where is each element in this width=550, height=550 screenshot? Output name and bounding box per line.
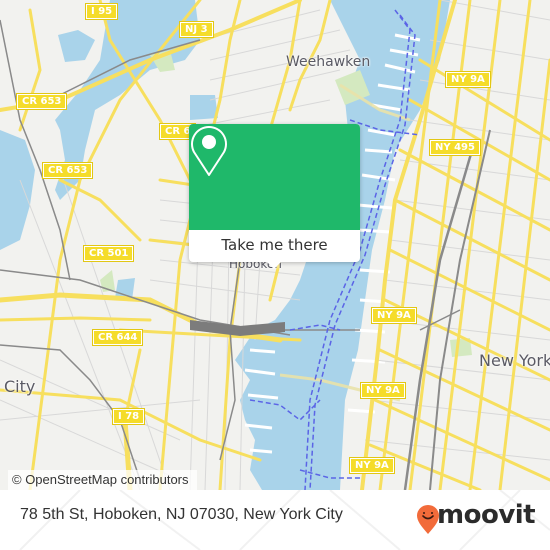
pond xyxy=(58,30,95,62)
shield-cr644: CR 644 xyxy=(91,329,144,346)
map-attribution[interactable]: © OpenStreetMap contributors xyxy=(8,470,197,490)
shield-cr653: CR 653 xyxy=(41,162,94,179)
map-view[interactable]: I 95 NJ 3 CR 653 CR 653 CR 6 CR 501 CR 6… xyxy=(0,0,550,490)
shield-ny9a: NY 9A xyxy=(360,382,406,399)
brand-name: moovit xyxy=(437,500,536,530)
place-label-weehawken: Weehawken xyxy=(286,54,371,70)
location-popup: Take me there xyxy=(189,124,360,269)
address-text: 78 5th St, Hoboken, NJ 07030, New York C… xyxy=(20,506,343,523)
footer-bar: 78 5th St, Hoboken, NJ 07030, New York C… xyxy=(0,490,550,550)
take-me-there-button[interactable]: Take me there xyxy=(189,230,360,262)
map-pin-icon xyxy=(191,126,227,176)
shield-cr501: CR 501 xyxy=(82,245,135,262)
popup-pointer xyxy=(267,262,281,269)
shield-cr653: CR 653 xyxy=(15,93,68,110)
shield-nj3: NJ 3 xyxy=(179,21,214,38)
shield-ny9a: NY 9A xyxy=(371,307,417,324)
shield-ny495: NY 495 xyxy=(429,139,481,156)
place-label-new-york: New York xyxy=(479,351,550,370)
popup-header xyxy=(189,124,360,230)
shield-i78: I 78 xyxy=(111,408,146,425)
moovit-pin-icon xyxy=(417,505,439,534)
place-label-city: City xyxy=(4,377,36,396)
shield-i95: I 95 xyxy=(84,3,119,20)
shield-ny9a: NY 9A xyxy=(349,457,395,474)
shield-ny9a: NY 9A xyxy=(445,71,491,88)
hackensack-water-2 xyxy=(0,130,35,250)
